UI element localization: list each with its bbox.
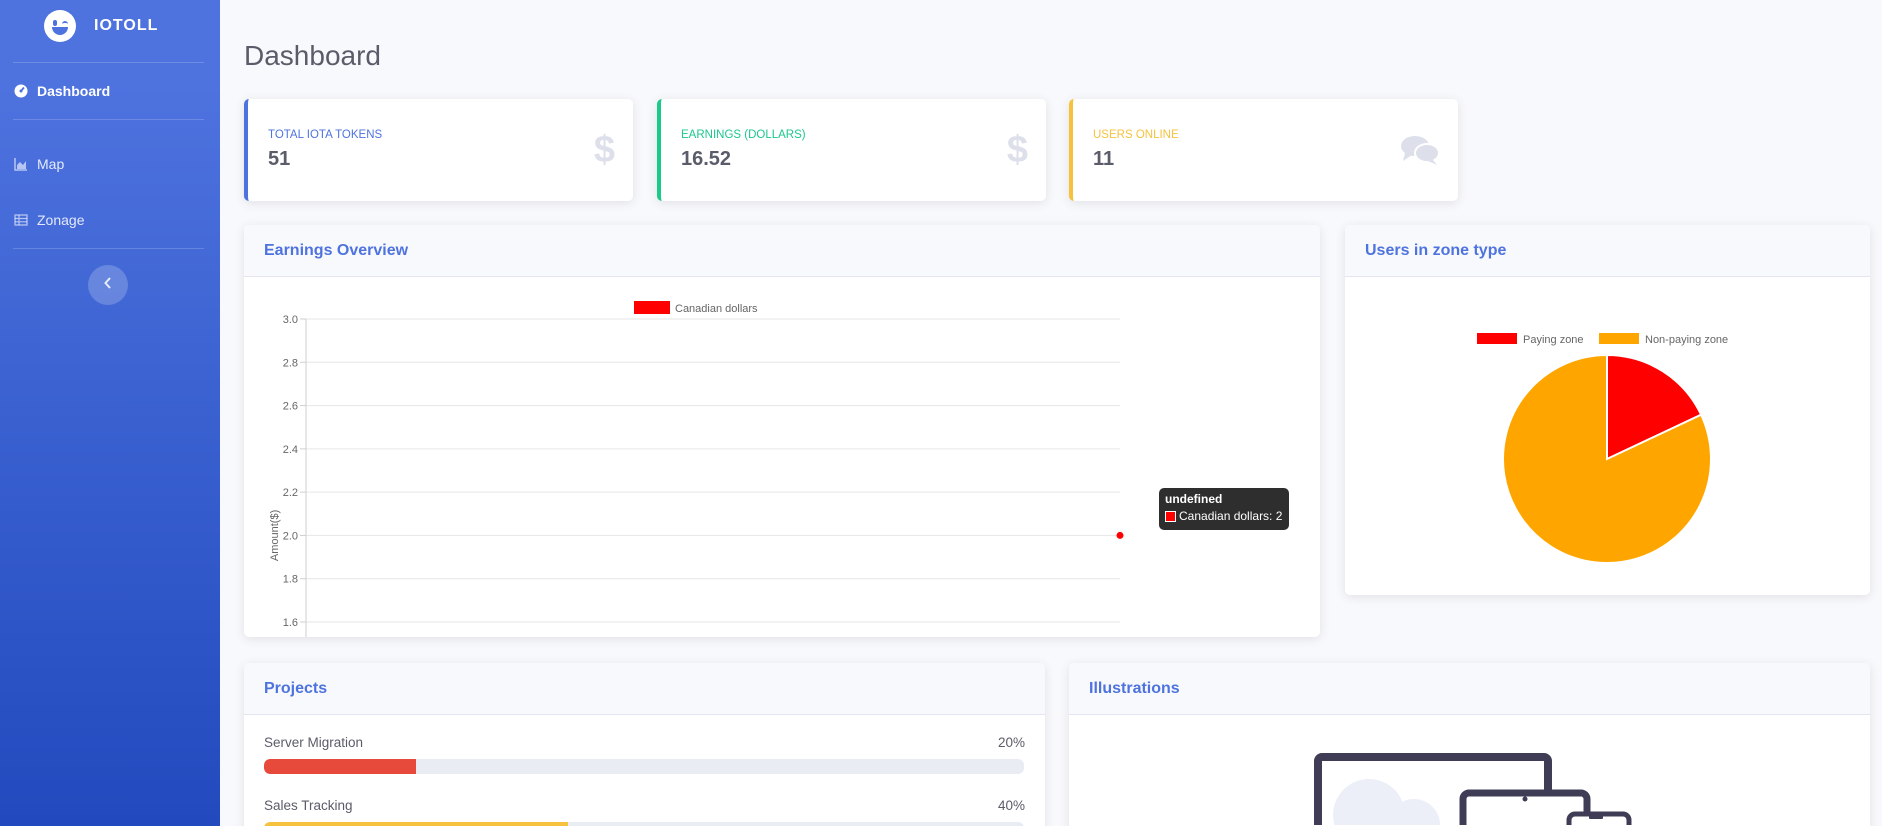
legend-label[interactable]: Canadian dollars xyxy=(675,303,758,315)
y-tick-label: 2.8 xyxy=(283,357,298,369)
y-tick-label: 1.6 xyxy=(283,617,298,629)
progress-fill xyxy=(264,822,568,826)
tooltip-row: Canadian dollars: 2 xyxy=(1165,509,1283,523)
chevron-left-icon xyxy=(103,276,113,294)
data-point[interactable] xyxy=(1116,531,1124,539)
sidebar-divider xyxy=(13,62,204,63)
illustrations-card: Illustrations xyxy=(1069,663,1870,826)
sidebar-toggle-button[interactable] xyxy=(88,265,128,305)
stat-value: 11 xyxy=(1093,148,1115,170)
sidebar-item-label: Zonage xyxy=(37,212,85,228)
card-title: Illustrations xyxy=(1069,663,1870,715)
gauge-icon xyxy=(14,84,28,98)
sidebar-item-dashboard[interactable]: Dashboard xyxy=(14,83,110,99)
sidebar-item-zonage[interactable]: Zonage xyxy=(14,212,84,228)
chart-tooltip: undefined Canadian dollars: 2 xyxy=(1159,488,1289,530)
stat-card-users: USERS ONLINE 11 xyxy=(1069,99,1458,201)
tooltip-label: Canadian dollars: 2 xyxy=(1179,509,1283,523)
legend-swatch xyxy=(1599,333,1639,344)
y-tick-label: 2.2 xyxy=(283,487,298,499)
sidebar-item-map[interactable]: Map xyxy=(14,156,64,172)
project-percent: 40% xyxy=(997,798,1025,813)
table-icon xyxy=(14,213,28,227)
brand-name: IOTOLL xyxy=(94,17,159,34)
progress-bar xyxy=(264,759,1024,774)
brand[interactable]: IOTOLL xyxy=(0,0,220,52)
stat-card-tokens: TOTAL IOTA TOKENS 51 $ xyxy=(244,99,633,201)
dollar-icon: $ xyxy=(1006,129,1028,171)
page-title: Dashboard xyxy=(244,40,381,71)
sidebar-item-label: Dashboard xyxy=(37,83,111,99)
card-title: Projects xyxy=(244,663,1045,715)
tooltip-swatch xyxy=(1165,510,1176,522)
chart-area-icon xyxy=(14,157,28,171)
sidebar-item-label: Map xyxy=(37,156,65,172)
devices-illustration xyxy=(1314,753,1632,825)
progress-fill xyxy=(264,759,416,774)
y-tick-label: 1.8 xyxy=(283,574,298,586)
laugh-wink-icon xyxy=(44,10,76,42)
stat-card-earnings: EARNINGS (DOLLARS) 16.52 $ xyxy=(657,99,1046,201)
project-percent: 20% xyxy=(997,735,1025,750)
y-tick-label: 2.4 xyxy=(283,444,298,456)
tooltip-title: undefined xyxy=(1165,492,1223,506)
project-name: Server Migration xyxy=(264,735,364,750)
y-tick-label: 2.6 xyxy=(283,401,298,413)
y-tick-label: 2.0 xyxy=(283,530,298,542)
dollar-icon: $ xyxy=(593,129,615,171)
zone-pie-chart[interactable]: Paying zone Non-paying zone xyxy=(1345,277,1870,595)
project-name: Sales Tracking xyxy=(264,798,353,813)
stat-label: EARNINGS (DOLLARS) xyxy=(681,129,806,141)
sidebar-divider xyxy=(13,119,204,120)
sidebar: IOTOLL Dashboard Map Zonage xyxy=(0,0,220,826)
stat-value: 16.52 xyxy=(681,148,732,170)
zone-type-card: Users in zone type Paying zone Non-paying… xyxy=(1345,225,1870,595)
progress-bar xyxy=(264,822,1024,826)
card-title: Earnings Overview xyxy=(244,225,1320,277)
stat-label: USERS ONLINE xyxy=(1093,129,1179,141)
stat-value: 51 xyxy=(268,148,291,170)
earnings-overview-card: Earnings Overview Canadian dollars 3.0 2.8… xyxy=(244,225,1320,637)
earnings-line-chart[interactable]: Canadian dollars 3.0 2.8 2.6 2.4 2.2 2.0 1.8 1.6… xyxy=(244,277,1320,637)
comments-icon xyxy=(1400,133,1440,176)
projects-card: Projects Server Migration 20% Sales Trac… xyxy=(244,663,1045,826)
stat-label: TOTAL IOTA TOKENS xyxy=(268,129,383,141)
card-title: Users in zone type xyxy=(1345,225,1870,277)
legend-label[interactable]: Non-paying zone xyxy=(1645,334,1728,346)
y-axis-label: Amount($) xyxy=(269,510,281,561)
legend-swatch xyxy=(634,301,670,314)
legend-label[interactable]: Paying zone xyxy=(1523,334,1584,346)
legend-swatch xyxy=(1477,333,1517,344)
y-tick-label: 3.0 xyxy=(283,314,298,326)
sidebar-divider xyxy=(13,248,204,249)
